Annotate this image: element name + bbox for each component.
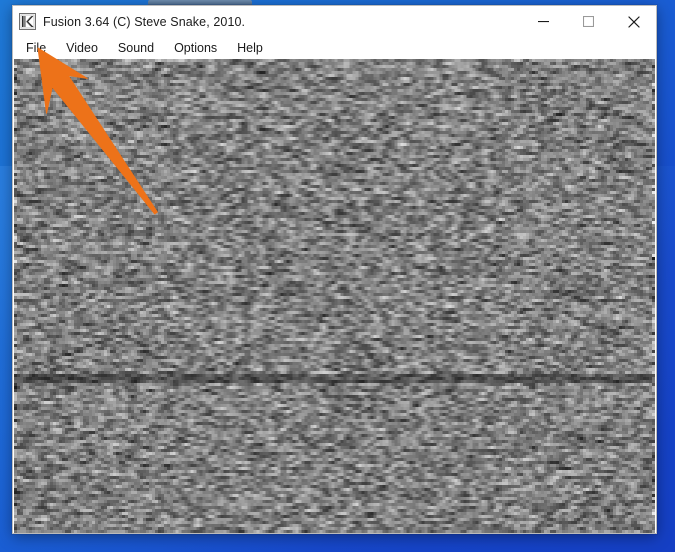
menu-item-video[interactable]: Video: [66, 41, 98, 55]
window-title: Fusion 3.64 (C) Steve Snake, 2010.: [43, 14, 246, 29]
application-window: Fusion 3.64 (C) Steve Snake, 2010. File …: [12, 5, 657, 534]
menu-item-help[interactable]: Help: [237, 41, 263, 55]
kega-fusion-logo-icon: [19, 13, 36, 30]
menu-item-options[interactable]: Options: [174, 41, 217, 55]
title-bar[interactable]: Fusion 3.64 (C) Steve Snake, 2010.: [13, 6, 656, 37]
menu-item-sound[interactable]: Sound: [118, 41, 154, 55]
static-noise-display: [14, 59, 655, 533]
video-output-area[interactable]: [14, 59, 655, 533]
close-button[interactable]: [611, 6, 656, 37]
menu-item-file[interactable]: File: [26, 41, 46, 55]
minimize-button[interactable]: [521, 6, 566, 37]
menu-bar: File Video Sound Options Help: [13, 37, 656, 59]
maximize-button[interactable]: [566, 6, 611, 37]
